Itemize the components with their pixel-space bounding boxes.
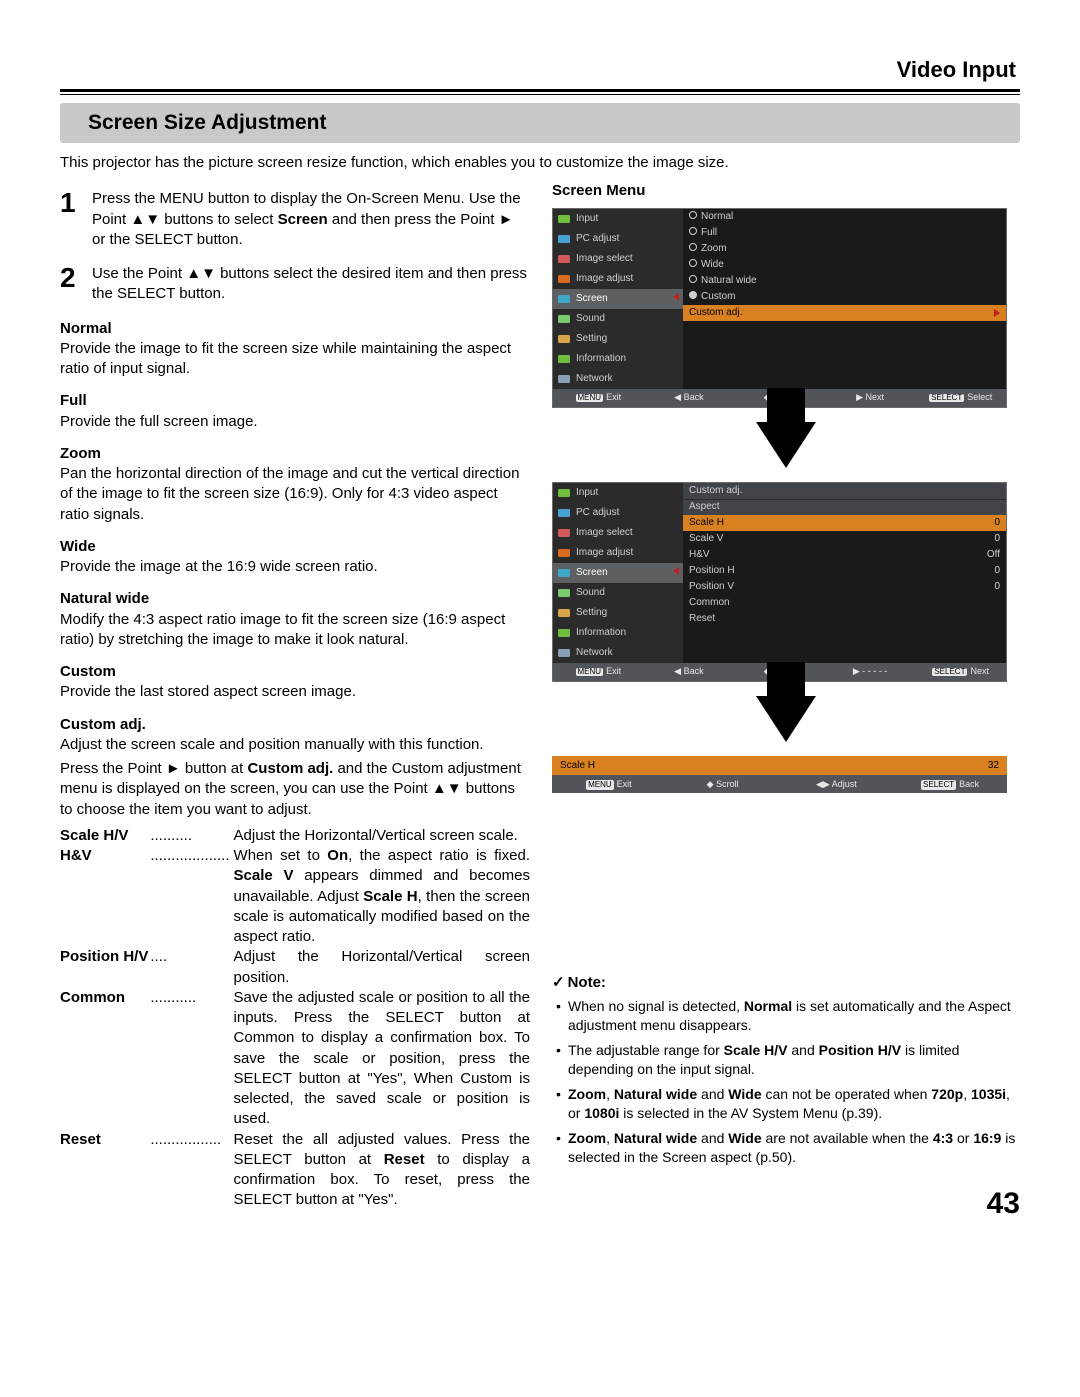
osd-adjust-row: Position H0 <box>683 563 1006 579</box>
screen-menu-label: Screen Menu <box>552 181 1020 201</box>
mode-custom-title: Custom <box>60 662 530 682</box>
left-column: 1 Press the MENU button to display the O… <box>60 181 530 1210</box>
menu-icon <box>557 486 571 500</box>
mode-natural-body: Modify the 4:3 aspect ratio image to fit… <box>60 610 530 651</box>
osd-option: Custom adj. <box>683 305 1006 321</box>
osd-side-item: Information <box>553 623 683 643</box>
right-column: Screen Menu InputPC adjustImage selectIm… <box>552 181 1020 1172</box>
osd-screen-menu: InputPC adjustImage selectImage adjustSc… <box>552 208 1007 408</box>
mode-natural-title: Natural wide <box>60 589 530 609</box>
menu-icon <box>557 272 571 286</box>
osd-side-item: Setting <box>553 329 683 349</box>
menu-icon <box>557 526 571 540</box>
osd-option: Custom <box>683 289 1006 305</box>
osd-adjust-row: Reset <box>683 611 1006 627</box>
mode-zoom-title: Zoom <box>60 444 530 464</box>
rule-thick <box>60 89 1020 92</box>
menu-icon <box>557 312 571 326</box>
osd-option: Natural wide <box>683 273 1006 289</box>
osd-side-item: Sound <box>553 583 683 603</box>
adjust-definitions: Scale H/V..........Adjust the Horizontal… <box>60 826 530 1211</box>
mode-customadj-p2: Press the Point ► button at Custom adj. … <box>60 759 530 820</box>
osd-option: Normal <box>683 209 1006 225</box>
menu-icon <box>557 372 571 386</box>
osd-side-item: Screen <box>553 289 683 309</box>
osd-side-item: Setting <box>553 603 683 623</box>
osd-side-item: Network <box>553 643 683 663</box>
osd-side-item: Input <box>553 209 683 229</box>
mode-wide-title: Wide <box>60 537 530 557</box>
arrow-down-icon <box>756 422 816 468</box>
intro-text: This projector has the picture screen re… <box>60 153 1020 173</box>
osd-side-item: Input <box>553 483 683 503</box>
mode-customadj-title: Custom adj. <box>60 715 530 735</box>
step-num: 2 <box>60 264 92 305</box>
osd-option: Full <box>683 225 1006 241</box>
step-num: 1 <box>60 189 92 250</box>
page-number: 43 <box>987 1187 1020 1221</box>
osd-side-item: Image adjust <box>553 269 683 289</box>
osd-adjust-row: H&VOff <box>683 547 1006 563</box>
menu-icon <box>557 646 571 660</box>
osd-option: Wide <box>683 257 1006 273</box>
osd-side-item: Network <box>553 369 683 389</box>
mode-full-title: Full <box>60 391 530 411</box>
mode-zoom-body: Pan the horizontal direction of the imag… <box>60 464 530 525</box>
menu-icon <box>557 626 571 640</box>
section-header: Video Input <box>60 55 1020 85</box>
mode-normal-body: Provide the image to fit the screen size… <box>60 339 530 380</box>
menu-icon <box>557 232 571 246</box>
osd-side-item: Image select <box>553 249 683 269</box>
mode-customadj-p1: Adjust the screen scale and position man… <box>60 735 530 755</box>
step-1: 1 Press the MENU button to display the O… <box>60 189 530 250</box>
menu-icon <box>557 586 571 600</box>
osd-scale-bar: Scale H32 MENUExit ◆ Scroll ◀▶ Adjust SE… <box>552 756 1007 794</box>
mode-wide-body: Provide the image at the 16:9 wide scree… <box>60 557 530 577</box>
arrow-down-icon <box>756 696 816 742</box>
mode-full-body: Provide the full screen image. <box>60 412 530 432</box>
menu-icon <box>557 546 571 560</box>
osd-adjust-row: Common <box>683 595 1006 611</box>
osd-side-item: Sound <box>553 309 683 329</box>
osd-side-item: Image select <box>553 523 683 543</box>
note-heading: Note: <box>552 973 1020 993</box>
osd-side-item: Screen <box>553 563 683 583</box>
menu-icon <box>557 292 571 306</box>
osd-custom-adj: InputPC adjustImage selectImage adjustSc… <box>552 482 1007 682</box>
osd-side-item: Information <box>553 349 683 369</box>
step-2: 2 Use the Point ▲▼ buttons select the de… <box>60 264 530 305</box>
menu-icon <box>557 332 571 346</box>
osd-side-item: PC adjust <box>553 229 683 249</box>
rule-thin <box>60 94 1020 95</box>
osd-adjust-row: Scale V0 <box>683 531 1006 547</box>
menu-icon <box>557 252 571 266</box>
osd-adjust-row: Position V0 <box>683 579 1006 595</box>
osd-side-item: Image adjust <box>553 543 683 563</box>
menu-icon <box>557 212 571 226</box>
mode-normal-title: Normal <box>60 319 530 339</box>
mode-custom-body: Provide the last stored aspect screen im… <box>60 682 530 702</box>
osd-side-item: PC adjust <box>553 503 683 523</box>
osd-adjust-row: Scale H0 <box>683 515 1006 531</box>
menu-icon <box>557 352 571 366</box>
note-list: When no signal is detected, Normal is se… <box>556 997 1020 1166</box>
menu-icon <box>557 506 571 520</box>
menu-icon <box>557 606 571 620</box>
menu-icon <box>557 566 571 580</box>
page-title: Screen Size Adjustment <box>60 103 1020 143</box>
osd-option: Zoom <box>683 241 1006 257</box>
